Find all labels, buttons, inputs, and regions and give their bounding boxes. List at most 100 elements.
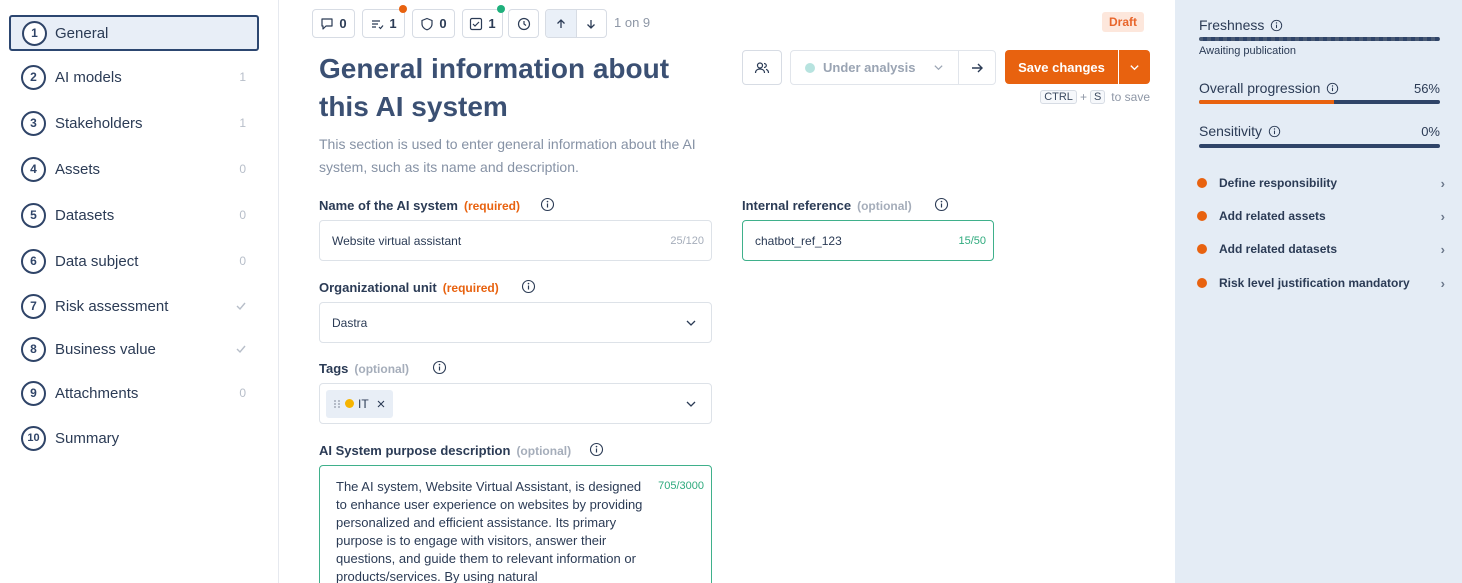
info-icon[interactable] <box>521 279 536 294</box>
checks-button[interactable]: 1 <box>462 5 505 38</box>
tag-label: IT <box>358 396 369 411</box>
chevron-right-icon: › <box>1440 175 1445 191</box>
comments-button[interactable]: 0 <box>312 9 355 38</box>
next-record-button[interactable] <box>577 10 607 37</box>
char-counter: 15/50 <box>958 234 986 247</box>
kbd-plus: + <box>1079 90 1087 104</box>
org-unit-label: Organizational unit (required) <box>319 280 499 295</box>
chevron-down-icon <box>934 65 943 71</box>
todo-dot <box>1197 244 1207 254</box>
sensitivity-text: Sensitivity <box>1199 123 1263 139</box>
name-input[interactable]: Website virtual assistant 25/120 <box>319 220 712 261</box>
todo-label: Add related assets <box>1219 209 1326 223</box>
info-icon[interactable] <box>1270 19 1283 32</box>
step-number: 3 <box>21 110 46 136</box>
sidebar-item-summary[interactable]: 10 Summary <box>9 420 259 456</box>
info-icon[interactable] <box>540 197 555 212</box>
tags-select[interactable]: IT <box>319 383 712 424</box>
drag-handle-icon[interactable] <box>333 399 341 409</box>
step-number: 2 <box>21 64 46 90</box>
sidebar-item-stakeholders[interactable]: 3 Stakeholders 1 <box>9 105 259 141</box>
todo-dot <box>1197 278 1207 288</box>
sidebar-item-ai-models[interactable]: 2 AI models 1 <box>9 59 259 95</box>
step-number: 9 <box>21 380 46 406</box>
internal-reference-input[interactable]: chatbot_ref_123 15/50 <box>742 220 994 261</box>
todo-define-responsibility[interactable]: Define responsibility › <box>1197 173 1445 193</box>
workflow-status-value: Under analysis <box>823 60 916 75</box>
purpose-textarea[interactable]: The AI system, Website Virtual Assistant… <box>319 465 712 583</box>
checkbox-icon <box>470 17 483 30</box>
sidebar-item-label: Summary <box>55 429 120 447</box>
status-badge: Draft <box>1102 12 1145 32</box>
item-count: 0 <box>239 386 246 400</box>
info-icon[interactable] <box>589 442 604 457</box>
progression-bar <box>1199 100 1440 104</box>
sidebar-item-data-subject[interactable]: 6 Data subject 0 <box>9 243 259 279</box>
org-unit-select[interactable]: Dastra <box>319 302 712 343</box>
field-label-text: Organizational unit <box>319 280 437 295</box>
step-sidebar: 1 General 2 AI models 1 3 Stakeholders 1… <box>0 0 279 583</box>
chevron-right-icon: › <box>1440 275 1445 291</box>
info-icon[interactable] <box>934 197 949 212</box>
item-count: 0 <box>239 254 246 268</box>
tag-chip[interactable]: IT <box>326 389 393 418</box>
optional-tag: (optional) <box>857 198 912 213</box>
kbd-ctrl: CTRL <box>1040 90 1077 104</box>
sensitivity-percent: 0% <box>1421 124 1440 139</box>
item-count: 0 <box>239 162 246 176</box>
sidebar-item-assets[interactable]: 4 Assets 0 <box>9 151 259 187</box>
freshness-text: Freshness <box>1199 17 1265 33</box>
page-description: This section is used to enter general in… <box>319 136 696 175</box>
history-button[interactable] <box>508 9 539 38</box>
field-label-text: Tags <box>319 361 349 376</box>
tag-color-dot <box>345 399 354 408</box>
sidebar-item-risk-assessment[interactable]: 7 Risk assessment <box>9 288 259 324</box>
char-counter: 25/120 <box>670 234 704 247</box>
todo-risk-justification[interactable]: Risk level justification mandatory › <box>1197 273 1445 293</box>
sidebar-item-general[interactable]: 1 General <box>9 15 259 51</box>
freshness-label: Freshness <box>1199 17 1283 33</box>
info-icon[interactable] <box>1326 82 1339 95</box>
pager-text: 1 on 9 <box>614 15 651 30</box>
security-button[interactable]: 0 <box>412 9 455 38</box>
save-button[interactable]: Save changes <box>1005 50 1118 84</box>
name-input-value: Website virtual assistant <box>332 233 462 248</box>
sidebar-item-business-value[interactable]: 8 Business value <box>9 331 259 367</box>
chevron-right-icon: › <box>1440 241 1445 257</box>
field-label-text: AI System purpose description <box>319 443 511 458</box>
name-label: Name of the AI system (required) <box>319 198 520 213</box>
sidebar-item-label: AI models <box>55 68 122 86</box>
security-count: 0 <box>439 16 447 31</box>
info-icon[interactable] <box>1268 125 1281 138</box>
internal-reference-value: chatbot_ref_123 <box>755 233 842 248</box>
comment-icon <box>321 17 333 30</box>
check-icon <box>236 302 246 311</box>
record-navigation <box>545 9 607 38</box>
chevron-down-icon <box>686 401 696 407</box>
sidebar-item-label: Risk assessment <box>55 297 169 315</box>
field-label-text: Internal reference <box>742 198 852 213</box>
progression-label: Overall progression <box>1199 80 1339 96</box>
todo-add-related-assets[interactable]: Add related assets › <box>1197 206 1445 226</box>
sidebar-item-datasets[interactable]: 5 Datasets 0 <box>9 197 259 233</box>
assignees-button[interactable] <box>742 50 782 85</box>
tasks-button[interactable]: 1 <box>362 5 407 38</box>
tags-label: Tags (optional) <box>319 361 409 376</box>
progression-bar-fill <box>1199 100 1334 104</box>
todo-add-related-datasets[interactable]: Add related datasets › <box>1197 239 1445 259</box>
todo-dot <box>1197 178 1207 188</box>
workflow-status-select[interactable]: Under analysis <box>790 50 959 85</box>
sidebar-item-attachments[interactable]: 9 Attachments 0 <box>9 375 259 411</box>
next-status-button[interactable] <box>958 50 996 85</box>
freshness-status: Awaiting publication <box>1199 45 1297 57</box>
previous-record-button[interactable] <box>546 10 577 37</box>
save-options-button[interactable] <box>1119 50 1150 84</box>
chevron-down-icon <box>1130 64 1139 70</box>
kbd-s: S <box>1089 90 1106 104</box>
tasks-count: 1 <box>389 16 397 31</box>
info-icon[interactable] <box>432 360 447 375</box>
sidebar-item-label: Assets <box>55 160 101 178</box>
remove-tag-icon[interactable] <box>376 399 386 409</box>
task-list-icon <box>372 19 384 29</box>
optional-tag: (optional) <box>354 361 410 376</box>
